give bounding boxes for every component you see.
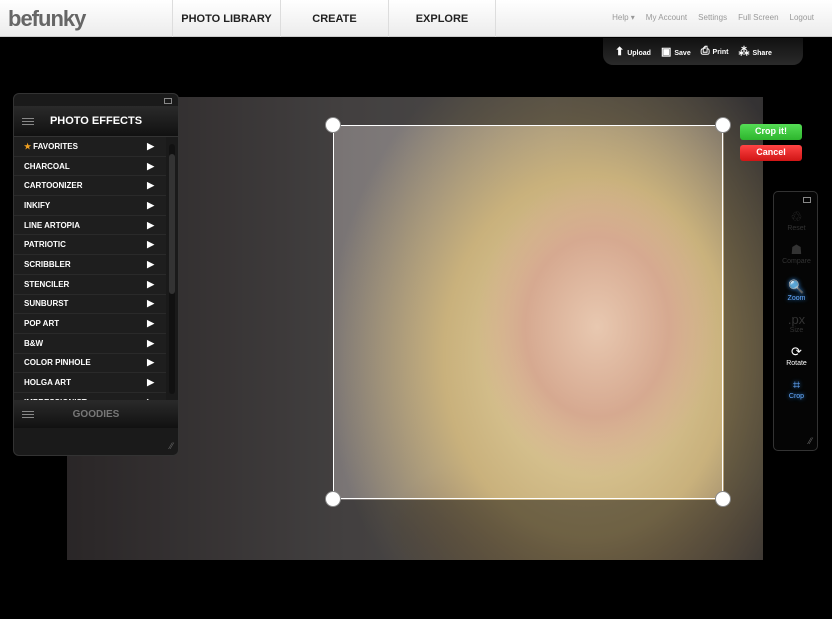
print-button[interactable]: ⎙ Print xyxy=(701,45,729,58)
crop-handle-bottom-left[interactable] xyxy=(325,491,341,507)
effect-item[interactable]: CHARCOAL ▶ xyxy=(14,156,166,177)
goodies-header[interactable]: GOODIES xyxy=(14,400,178,428)
menu-icon[interactable] xyxy=(22,118,34,125)
size-tool-button: .px Size xyxy=(774,312,819,334)
zoom-icon: 🔍 xyxy=(788,279,805,294)
resize-grip-icon[interactable]: ⁄⁄ xyxy=(170,441,173,451)
effect-item[interactable]: B&W ▶ xyxy=(14,333,166,354)
effect-label: CHARCOAL xyxy=(24,161,70,171)
arrow-right-icon: ▶ xyxy=(147,180,154,191)
crop-box[interactable] xyxy=(333,125,723,499)
compare-tool-button: ☗ Compare xyxy=(774,242,819,265)
effects-list: ★ FAVORITES ▶ CHARCOAL ▶ CARTOONIZER ▶ INKIFY ▶ L… xyxy=(14,137,178,413)
effect-item[interactable]: LINE ARTOPIA ▶ xyxy=(14,215,166,236)
cancel-button[interactable]: Cancel xyxy=(740,145,802,161)
effect-item[interactable]: POP ART ▶ xyxy=(14,314,166,334)
crop-handle-bottom-right[interactable] xyxy=(715,491,731,507)
arrow-right-icon: ▶ xyxy=(147,278,154,289)
upload-icon: ⬆ xyxy=(615,46,625,58)
nav-explore[interactable]: EXPLORE xyxy=(388,0,496,37)
arrow-right-icon: ▶ xyxy=(147,298,154,309)
effect-label: SUNBURST xyxy=(24,299,69,309)
effect-item[interactable]: SUNBURST ▶ xyxy=(14,294,166,315)
print-icon: ⎙ xyxy=(700,45,710,57)
share-icon: ⁂ xyxy=(738,46,750,58)
nav-create[interactable]: CREATE xyxy=(280,0,388,37)
help-link[interactable]: Help ▾ xyxy=(612,13,635,22)
settings-link[interactable]: Settings xyxy=(698,13,727,22)
arrow-right-icon: ▶ xyxy=(147,258,154,269)
my-account-link[interactable]: My Account xyxy=(646,13,687,22)
photo-effects-panel: PHOTO EFFECTS ★ FAVORITES ▶ CHARCOAL ▶ CARTOO… xyxy=(13,93,179,456)
effect-item[interactable]: HOLGA ART ▶ xyxy=(14,373,166,393)
effect-item[interactable]: INKIFY ▶ xyxy=(14,196,166,216)
logout-link[interactable]: Logout xyxy=(790,13,814,22)
size-icon: .px xyxy=(787,312,806,327)
effect-label: COLOR PINHOLE xyxy=(24,358,91,368)
arrow-right-icon: ▶ xyxy=(147,377,154,388)
resize-grip-icon[interactable]: ⁄⁄ xyxy=(809,436,812,446)
effect-label: FAVORITES xyxy=(33,141,78,151)
effect-item[interactable]: ★ FAVORITES ▶ xyxy=(14,137,166,157)
side-tools-panel: ♲ Reset ☗ Compare 🔍 Zoom .px Size ⟳ Rotate ⌗ Crop ⁄… xyxy=(773,191,818,451)
menu-icon[interactable] xyxy=(22,411,34,418)
effect-label: HOLGA ART xyxy=(24,378,71,388)
effect-label: SCRIBBLER xyxy=(24,259,71,269)
effect-label: STENCILER xyxy=(24,279,70,289)
dock-icon[interactable] xyxy=(164,98,172,104)
arrow-right-icon: ▶ xyxy=(147,160,154,171)
crop-handle-top-left[interactable] xyxy=(325,117,341,133)
crop-handle-top-right[interactable] xyxy=(715,117,731,133)
arrow-right-icon: ▶ xyxy=(147,357,154,368)
rotate-tool-button[interactable]: ⟳ Rotate xyxy=(774,344,819,367)
nav-photo-library[interactable]: PHOTO LIBRARY xyxy=(172,0,280,37)
save-icon: ▣ xyxy=(660,46,672,58)
crop-shade xyxy=(333,97,724,125)
top-bar: befunky PHOTO LIBRARY CREATE EXPLORE Hel… xyxy=(0,0,832,37)
reset-icon: ♲ xyxy=(790,209,803,224)
crop-shade xyxy=(724,97,763,560)
zoom-tool-button[interactable]: 🔍 Zoom xyxy=(774,279,819,302)
share-button[interactable]: ⁂ Share xyxy=(738,45,771,58)
arrow-right-icon: ▶ xyxy=(147,199,154,210)
panel-header: PHOTO EFFECTS xyxy=(14,106,178,137)
effect-item[interactable]: STENCILER ▶ xyxy=(14,274,166,295)
effect-item[interactable]: SCRIBBLER ▶ xyxy=(14,255,166,275)
arrow-right-icon: ▶ xyxy=(147,337,154,348)
scrollbar[interactable] xyxy=(169,144,175,394)
crop-it-button[interactable]: Crop it! xyxy=(740,124,802,140)
upload-button[interactable]: ⬆ Upload xyxy=(615,45,651,58)
arrow-right-icon: ▶ xyxy=(147,219,154,230)
effect-item[interactable]: CARTOONIZER ▶ xyxy=(14,176,166,197)
crop-tool-button[interactable]: ⌗ Crop xyxy=(774,377,819,400)
effect-item[interactable]: PATRIOTIC ▶ xyxy=(14,235,166,256)
effect-label: LINE ARTOPIA xyxy=(24,220,81,230)
rotate-icon: ⟳ xyxy=(791,344,802,359)
effect-label: INKIFY xyxy=(24,200,51,210)
effect-label: POP ART xyxy=(24,319,60,329)
full-screen-link[interactable]: Full Screen xyxy=(738,13,778,22)
star-icon: ★ xyxy=(24,141,32,151)
crop-shade xyxy=(333,500,724,560)
effect-item[interactable]: COLOR PINHOLE ▶ xyxy=(14,353,166,374)
effect-label: PATRIOTIC xyxy=(24,240,66,250)
arrow-right-icon: ▶ xyxy=(147,318,154,329)
save-button[interactable]: ▣ Save xyxy=(661,45,691,58)
arrow-right-icon: ▶ xyxy=(147,239,154,250)
reset-tool-button: ♲ Reset xyxy=(774,209,819,232)
arrow-right-icon: ▶ xyxy=(147,140,154,151)
dock-icon[interactable] xyxy=(803,197,811,203)
logo[interactable]: befunky xyxy=(8,6,86,32)
crop-icon: ⌗ xyxy=(792,377,801,392)
file-toolbar: ⬆ Upload ▣ Save ⎙ Print ⁂ Share xyxy=(603,38,803,65)
compare-icon: ☗ xyxy=(790,242,803,257)
effect-label: CARTOONIZER xyxy=(24,181,83,191)
effect-label: B&W xyxy=(24,338,44,348)
